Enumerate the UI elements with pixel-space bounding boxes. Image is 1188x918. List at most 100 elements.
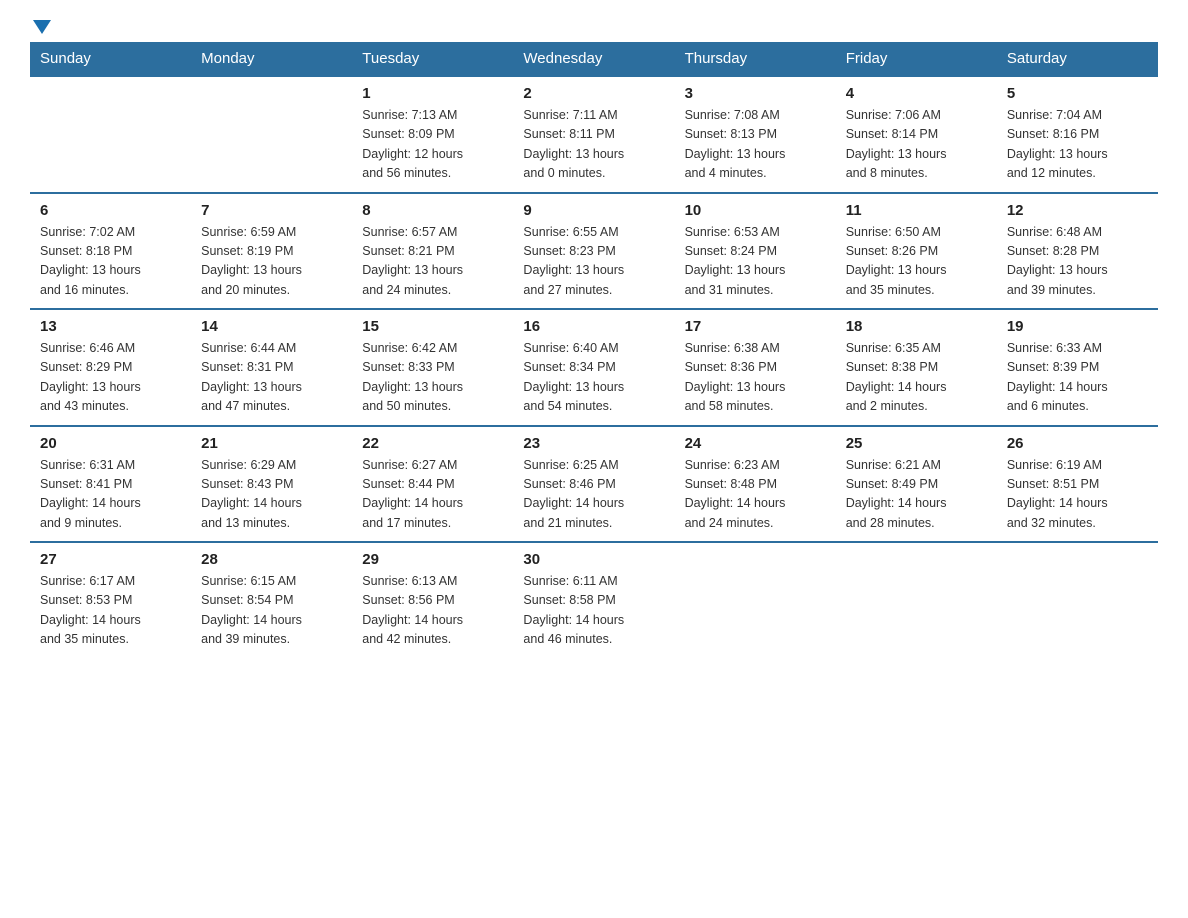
day-cell: 1Sunrise: 7:13 AM Sunset: 8:09 PM Daylig… — [352, 76, 513, 193]
day-info: Sunrise: 6:50 AM Sunset: 8:26 PM Dayligh… — [846, 223, 987, 301]
day-info: Sunrise: 7:02 AM Sunset: 8:18 PM Dayligh… — [40, 223, 181, 301]
day-number: 25 — [846, 435, 987, 452]
header-thursday: Thursday — [675, 42, 836, 76]
calendar-header-row: SundayMondayTuesdayWednesdayThursdayFrid… — [30, 42, 1158, 76]
day-cell: 28 Sunrise: 6:15 AM Sunset: 8:54 PM Dayli… — [191, 542, 352, 658]
day-cell: 23 Sunrise: 6:25 AM Sunset: 8:46 PM Dayli… — [513, 426, 674, 543]
day-info: Sunrise: 7:08 AM Sunset: 8:13 PM Dayligh… — [685, 106, 826, 184]
day-number: 4 — [846, 85, 987, 102]
day-cell — [30, 76, 191, 193]
day-number: 18 — [846, 318, 987, 335]
day-cell: 15 Sunrise: 6:42 AM Sunset: 8:33 PM Dayli… — [352, 309, 513, 426]
day-info: Sunrise: 6:57 AM Sunset: 8:21 PM Dayligh… — [362, 223, 503, 301]
day-cell: 18Sunrise: 6:35 AM Sunset: 8:38 PM Dayli… — [836, 309, 997, 426]
day-number: 5 — [1007, 85, 1148, 102]
day-number: 20 — [40, 435, 181, 452]
day-info: Sunrise: 6:29 AM Sunset: 8:43 PM Dayligh… — [201, 456, 342, 534]
day-info: Sunrise: 6:44 AM Sunset: 8:31 PM Dayligh… — [201, 339, 342, 417]
day-cell: 12 Sunrise: 6:48 AM Sunset: 8:28 PM Dayli… — [997, 193, 1158, 310]
day-number: 23 — [523, 435, 664, 452]
day-number: 29 — [362, 551, 503, 568]
day-info: Sunrise: 6:11 AM Sunset: 8:58 PM Dayligh… — [523, 572, 664, 650]
page-header — [30, 20, 1158, 32]
day-cell: 3 Sunrise: 7:08 AM Sunset: 8:13 PM Daylig… — [675, 76, 836, 193]
header-saturday: Saturday — [997, 42, 1158, 76]
day-cell: 8 Sunrise: 6:57 AM Sunset: 8:21 PM Daylig… — [352, 193, 513, 310]
day-number: 21 — [201, 435, 342, 452]
day-cell: 26 Sunrise: 6:19 AM Sunset: 8:51 PM Dayli… — [997, 426, 1158, 543]
header-sunday: Sunday — [30, 42, 191, 76]
day-info: Sunrise: 6:25 AM Sunset: 8:46 PM Dayligh… — [523, 456, 664, 534]
day-cell: 16 Sunrise: 6:40 AM Sunset: 8:34 PM Dayli… — [513, 309, 674, 426]
day-cell — [997, 542, 1158, 658]
day-number: 13 — [40, 318, 181, 335]
day-number: 2 — [523, 85, 664, 102]
day-info: Sunrise: 6:55 AM Sunset: 8:23 PM Dayligh… — [523, 223, 664, 301]
day-number: 8 — [362, 202, 503, 219]
day-cell: 29Sunrise: 6:13 AM Sunset: 8:56 PM Dayli… — [352, 542, 513, 658]
day-info: Sunrise: 7:04 AM Sunset: 8:16 PM Dayligh… — [1007, 106, 1148, 184]
day-number: 9 — [523, 202, 664, 219]
day-info: Sunrise: 6:53 AM Sunset: 8:24 PM Dayligh… — [685, 223, 826, 301]
day-info: Sunrise: 6:48 AM Sunset: 8:28 PM Dayligh… — [1007, 223, 1148, 301]
day-cell: 25 Sunrise: 6:21 AM Sunset: 8:49 PM Dayli… — [836, 426, 997, 543]
day-cell: 11 Sunrise: 6:50 AM Sunset: 8:26 PM Dayli… — [836, 193, 997, 310]
day-number: 30 — [523, 551, 664, 568]
day-number: 27 — [40, 551, 181, 568]
header-friday: Friday — [836, 42, 997, 76]
day-cell: 13 Sunrise: 6:46 AM Sunset: 8:29 PM Dayli… — [30, 309, 191, 426]
day-cell: 22 Sunrise: 6:27 AM Sunset: 8:44 PM Dayli… — [352, 426, 513, 543]
day-info: Sunrise: 6:23 AM Sunset: 8:48 PM Dayligh… — [685, 456, 826, 534]
day-number: 11 — [846, 202, 987, 219]
day-number: 16 — [523, 318, 664, 335]
day-number: 7 — [201, 202, 342, 219]
day-cell: 17 Sunrise: 6:38 AM Sunset: 8:36 PM Dayli… — [675, 309, 836, 426]
day-number: 22 — [362, 435, 503, 452]
day-cell — [675, 542, 836, 658]
day-info: Sunrise: 6:42 AM Sunset: 8:33 PM Dayligh… — [362, 339, 503, 417]
day-info: Sunrise: 6:31 AM Sunset: 8:41 PM Dayligh… — [40, 456, 181, 534]
day-number: 24 — [685, 435, 826, 452]
logo — [30, 20, 51, 32]
day-cell: 14Sunrise: 6:44 AM Sunset: 8:31 PM Dayli… — [191, 309, 352, 426]
day-info: Sunrise: 7:11 AM Sunset: 8:11 PM Dayligh… — [523, 106, 664, 184]
week-row-1: 1Sunrise: 7:13 AM Sunset: 8:09 PM Daylig… — [30, 76, 1158, 193]
day-number: 26 — [1007, 435, 1148, 452]
day-number: 12 — [1007, 202, 1148, 219]
day-cell — [836, 542, 997, 658]
day-info: Sunrise: 6:40 AM Sunset: 8:34 PM Dayligh… — [523, 339, 664, 417]
day-cell: 19Sunrise: 6:33 AM Sunset: 8:39 PM Dayli… — [997, 309, 1158, 426]
day-info: Sunrise: 6:21 AM Sunset: 8:49 PM Dayligh… — [846, 456, 987, 534]
day-info: Sunrise: 6:19 AM Sunset: 8:51 PM Dayligh… — [1007, 456, 1148, 534]
day-number: 28 — [201, 551, 342, 568]
day-cell: 6 Sunrise: 7:02 AM Sunset: 8:18 PM Daylig… — [30, 193, 191, 310]
day-number: 15 — [362, 318, 503, 335]
day-cell: 30 Sunrise: 6:11 AM Sunset: 8:58 PM Dayli… — [513, 542, 674, 658]
day-cell: 10 Sunrise: 6:53 AM Sunset: 8:24 PM Dayli… — [675, 193, 836, 310]
day-number: 3 — [685, 85, 826, 102]
week-row-4: 20 Sunrise: 6:31 AM Sunset: 8:41 PM Dayli… — [30, 426, 1158, 543]
day-number: 6 — [40, 202, 181, 219]
day-info: Sunrise: 6:17 AM Sunset: 8:53 PM Dayligh… — [40, 572, 181, 650]
day-info: Sunrise: 6:59 AM Sunset: 8:19 PM Dayligh… — [201, 223, 342, 301]
day-info: Sunrise: 7:06 AM Sunset: 8:14 PM Dayligh… — [846, 106, 987, 184]
day-cell: 2 Sunrise: 7:11 AM Sunset: 8:11 PM Daylig… — [513, 76, 674, 193]
day-info: Sunrise: 6:15 AM Sunset: 8:54 PM Dayligh… — [201, 572, 342, 650]
day-number: 17 — [685, 318, 826, 335]
day-info: Sunrise: 6:33 AM Sunset: 8:39 PM Dayligh… — [1007, 339, 1148, 417]
day-cell: 5 Sunrise: 7:04 AM Sunset: 8:16 PM Daylig… — [997, 76, 1158, 193]
day-cell: 21 Sunrise: 6:29 AM Sunset: 8:43 PM Dayli… — [191, 426, 352, 543]
day-cell — [191, 76, 352, 193]
day-info: Sunrise: 6:38 AM Sunset: 8:36 PM Dayligh… — [685, 339, 826, 417]
day-cell: 24 Sunrise: 6:23 AM Sunset: 8:48 PM Dayli… — [675, 426, 836, 543]
day-info: Sunrise: 6:27 AM Sunset: 8:44 PM Dayligh… — [362, 456, 503, 534]
day-cell: 20 Sunrise: 6:31 AM Sunset: 8:41 PM Dayli… — [30, 426, 191, 543]
day-number: 10 — [685, 202, 826, 219]
header-tuesday: Tuesday — [352, 42, 513, 76]
header-monday: Monday — [191, 42, 352, 76]
header-wednesday: Wednesday — [513, 42, 674, 76]
day-cell: 9 Sunrise: 6:55 AM Sunset: 8:23 PM Daylig… — [513, 193, 674, 310]
day-cell: 7 Sunrise: 6:59 AM Sunset: 8:19 PM Daylig… — [191, 193, 352, 310]
day-cell: 4 Sunrise: 7:06 AM Sunset: 8:14 PM Daylig… — [836, 76, 997, 193]
day-info: Sunrise: 6:46 AM Sunset: 8:29 PM Dayligh… — [40, 339, 181, 417]
